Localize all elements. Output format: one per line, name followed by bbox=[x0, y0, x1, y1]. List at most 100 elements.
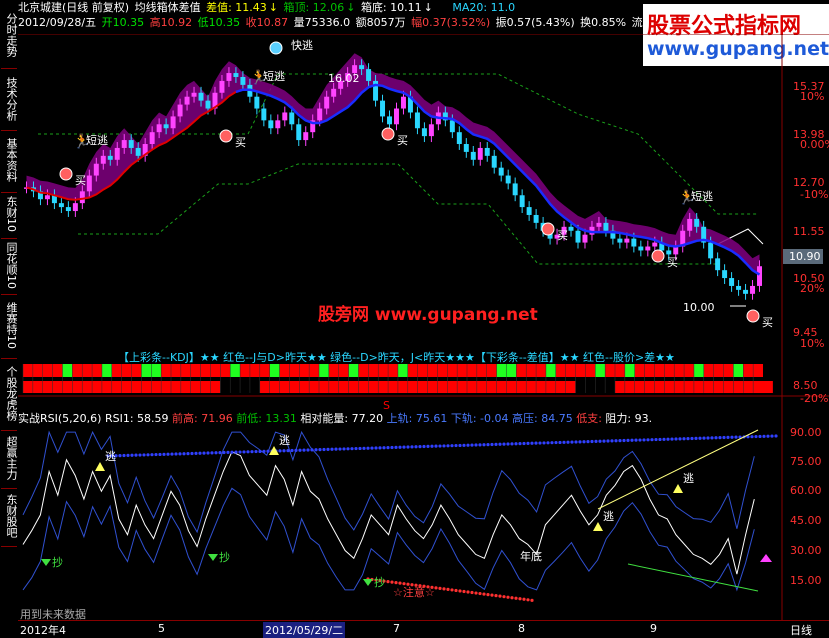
prev-low: 前低: 13.31 bbox=[236, 412, 297, 425]
diff-strip-cell bbox=[368, 381, 379, 393]
buy-signal-icon bbox=[219, 129, 233, 143]
rsi-pressure-dot bbox=[346, 447, 350, 451]
candle-body bbox=[414, 112, 420, 129]
rsi-pressure-dot bbox=[658, 437, 662, 442]
kdj-strip-cell bbox=[575, 364, 586, 377]
buy-down-arrow-icon bbox=[208, 554, 218, 561]
bottom-fish-label: 抄 bbox=[219, 550, 230, 564]
rsi-pressure-dot bbox=[290, 448, 294, 453]
diff-strip-cell bbox=[536, 381, 546, 393]
diff-strip-cell bbox=[397, 381, 408, 393]
diff-strip-cell bbox=[32, 381, 43, 393]
sidebar-tab-1[interactable]: 技术分析 bbox=[1, 68, 18, 131]
rsi-pressure-dot bbox=[666, 437, 670, 441]
diff-strip-cell bbox=[684, 381, 694, 393]
kdj-strip-cell bbox=[407, 364, 418, 377]
sidebar-tab-0[interactable]: 分时走势 bbox=[1, 2, 18, 69]
kdj-strip-cell bbox=[141, 364, 152, 377]
magenta-triangle-icon bbox=[760, 554, 772, 562]
kdj-strip-cell bbox=[62, 364, 73, 377]
rsi-pressure-dot bbox=[322, 447, 326, 452]
rsi-pressure-dot bbox=[530, 441, 534, 445]
buy-down-arrow-icon bbox=[363, 579, 373, 586]
candle-body bbox=[498, 167, 504, 176]
rsi-pressure-dot bbox=[170, 452, 174, 456]
upper-rail: 上轨: 75.61 bbox=[386, 412, 448, 425]
rsi-pressure-dot bbox=[206, 451, 210, 455]
sidebar-tab-8[interactable]: 东财股吧 bbox=[1, 486, 18, 547]
rsi-pressure-dot bbox=[214, 451, 218, 455]
rsi-pressure-dot bbox=[130, 453, 134, 457]
candle-body bbox=[582, 234, 588, 243]
turnover: 换0.85% bbox=[580, 16, 627, 29]
escape-triangle-icon bbox=[593, 522, 603, 531]
kdj-strip-cell bbox=[447, 364, 458, 377]
rsi-pressure-dot bbox=[450, 444, 454, 448]
sidebar: 分时走势 技术分析 基本资料 东财10 同花顺10 维赛特10 个股龙虎榜 超赢主力 东财股吧 bbox=[0, 0, 18, 636]
candle-body bbox=[603, 222, 609, 231]
candle-body bbox=[317, 108, 323, 121]
diff-strip-cell bbox=[131, 381, 142, 393]
candle-body bbox=[463, 144, 469, 152]
kdj-strip-cell bbox=[437, 364, 448, 377]
rsi-pressure-dot bbox=[506, 442, 510, 446]
kdj-strip-cell bbox=[427, 364, 438, 377]
candle-body bbox=[533, 214, 539, 223]
rsi-pressure-dot bbox=[542, 441, 546, 445]
rsi-pressure-dot bbox=[282, 449, 286, 453]
rsi-support-dot bbox=[502, 595, 506, 599]
short-escape-label: 短逃 bbox=[263, 69, 285, 83]
rsi-pressure-dot bbox=[766, 434, 770, 438]
candle-body bbox=[58, 203, 64, 208]
rsi-support-dot bbox=[486, 593, 490, 597]
bottom-fish-label: 抄 bbox=[52, 555, 63, 569]
rsi-support-dot bbox=[498, 594, 502, 598]
candle-body bbox=[128, 140, 134, 148]
rsi-pressure-dot bbox=[258, 449, 262, 454]
rsi-axis-label: 75.00 bbox=[790, 455, 822, 468]
kdj-strip-cell bbox=[348, 364, 359, 377]
year-low-label: 年底 bbox=[520, 549, 542, 563]
diff-strip-cell bbox=[644, 381, 655, 393]
candle-body bbox=[268, 120, 274, 129]
rsi-pressure-dot bbox=[294, 448, 298, 452]
rsi-axis-label: 15.00 bbox=[790, 574, 822, 587]
kdj-strip-cell bbox=[338, 364, 349, 377]
sidebar-tab-3[interactable]: 东财10 bbox=[1, 190, 18, 239]
kdj-strip-cell bbox=[506, 364, 517, 377]
fast-escape-label: 快逃 bbox=[291, 39, 313, 52]
rsi-pressure-dot bbox=[502, 442, 506, 446]
close-price: 收10.87 bbox=[245, 16, 289, 29]
attention-label: ☆注意☆ bbox=[393, 585, 435, 599]
kdj-strip-cell bbox=[101, 364, 112, 377]
diff-strip-cell bbox=[378, 381, 389, 393]
chart-area[interactable]: 15.3713.9812.7011.5510.509.458.5010%0.00… bbox=[18, 34, 829, 620]
candle-body bbox=[380, 100, 386, 117]
escape-triangle-icon bbox=[673, 484, 683, 493]
rsi-support-dot bbox=[490, 593, 494, 597]
rsi-support-dot bbox=[510, 596, 514, 600]
rsi-pressure-dot bbox=[350, 447, 354, 451]
diff-strip-cell bbox=[447, 381, 458, 393]
kdj-strip-cell bbox=[289, 364, 300, 377]
sidebar-tab-6[interactable]: 个股龙虎榜 bbox=[1, 356, 18, 431]
buy-signal-icon bbox=[541, 222, 555, 236]
rsi-pressure-dot bbox=[190, 451, 194, 456]
kdj-strip-cell bbox=[52, 364, 63, 377]
kdj-strip-cell bbox=[496, 364, 507, 377]
diff-strip-cell bbox=[269, 381, 280, 393]
kdj-strip-cell bbox=[42, 364, 53, 377]
diff-strip-cell bbox=[615, 381, 625, 393]
sidebar-tab-5[interactable]: 维赛特10 bbox=[1, 292, 18, 359]
rsi-pressure-dot bbox=[154, 452, 158, 457]
sidebar-tab-2[interactable]: 基本资料 bbox=[1, 128, 18, 193]
kdj-strip-cell bbox=[328, 364, 339, 377]
candle-body bbox=[331, 88, 337, 97]
rsi-pressure-dot bbox=[218, 451, 222, 455]
rsi-pressure-dot bbox=[550, 441, 554, 445]
sidebar-tab-7[interactable]: 超赢主力 bbox=[1, 428, 18, 489]
sidebar-tab-4[interactable]: 同花顺10 bbox=[1, 236, 18, 295]
rsi-pressure-dot bbox=[614, 439, 618, 443]
rsi-pressure-dot bbox=[446, 444, 450, 448]
kdj-strip-cell bbox=[319, 364, 329, 377]
